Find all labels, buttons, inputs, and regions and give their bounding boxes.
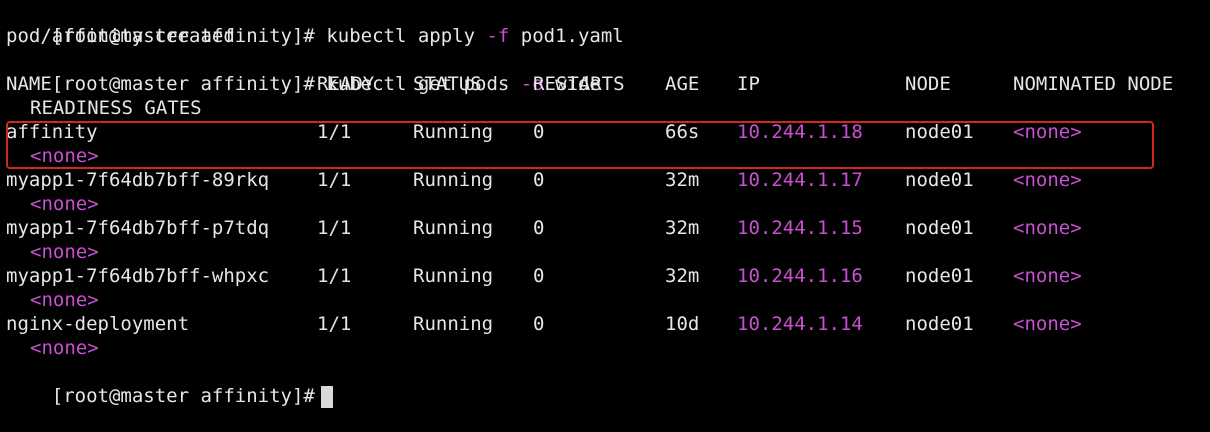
pod-age: 32m	[665, 217, 700, 239]
command-output: pod/affinity created	[6, 25, 235, 47]
pod-readiness-gates: <none>	[30, 241, 99, 263]
pod-age: 32m	[665, 265, 700, 287]
pod-ready: 1/1	[317, 217, 352, 239]
header-nominated-node: NOMINATED NODE	[1013, 73, 1174, 95]
pod-nominated: <none>	[1013, 313, 1082, 335]
pod-name: nginx-deployment	[6, 313, 190, 335]
final-prompt-line[interactable]: [root@master affinity]#	[6, 360, 1206, 408]
text-cursor	[320, 385, 333, 408]
highlight-box	[6, 121, 1154, 169]
table-row: nginx-deployment 1/1 Running 0 10d 10.244.1.1…	[6, 312, 1206, 336]
pod-restarts: 0	[533, 265, 545, 287]
pod-nominated: <none>	[1013, 217, 1082, 239]
table-row-wrap: <none>	[6, 288, 1206, 312]
pod-age: 32m	[665, 169, 700, 191]
pod-status: Running	[413, 217, 494, 239]
pod-node: node01	[905, 265, 974, 287]
pod-name: myapp1-7f64db7bff-whpxc	[6, 265, 270, 287]
table-row-wrap: <none>	[6, 336, 1206, 360]
pod-ready: 1/1	[317, 169, 352, 191]
table-row-wrap: <none>	[6, 192, 1206, 216]
pod-readiness-gates: <none>	[30, 337, 99, 359]
header-restarts: RESTARTS	[533, 73, 625, 95]
table-row-wrap: <none>	[6, 240, 1206, 264]
pod-ready: 1/1	[317, 313, 352, 335]
header-name: NAME	[6, 73, 52, 95]
header-node: NODE	[905, 73, 951, 95]
pod-status: Running	[413, 169, 494, 191]
header-age: AGE	[665, 73, 700, 95]
pod-status: Running	[413, 265, 494, 287]
pod-ready: 1/1	[317, 265, 352, 287]
prompt: [root@master affinity]#	[51, 385, 315, 407]
command-line-2: [root@master affinity]# kubectl get pods…	[6, 48, 1206, 95]
pod-ip: 10.244.1.15	[737, 217, 863, 239]
pod-name: myapp1-7f64db7bff-89rkq	[6, 169, 270, 191]
pod-nominated: <none>	[1013, 169, 1082, 191]
pod-ip: 10.244.1.17	[737, 169, 863, 191]
pod-readiness-gates: <none>	[30, 289, 99, 311]
pod-node: node01	[905, 169, 974, 191]
pod-readiness-gates: <none>	[30, 193, 99, 215]
pod-restarts: 0	[533, 169, 545, 191]
header-ip: IP	[737, 73, 760, 95]
table-row: myapp1-7f64db7bff-whpxc 1/1 Running 0 32m 10.…	[6, 264, 1206, 288]
table-row: myapp1-7f64db7bff-p7tdq 1/1 Running 0 32m 10.…	[6, 216, 1206, 240]
table-header-wrap: READINESS GATES	[6, 96, 1206, 120]
pod-status: Running	[413, 313, 494, 335]
pod-ip: 10.244.1.16	[737, 265, 863, 287]
pod-node: node01	[905, 217, 974, 239]
header-readiness-gates: READINESS GATES	[30, 97, 202, 119]
pod-node: node01	[905, 313, 974, 335]
terminal-window[interactable]: [root@master affinity]# kubectl apply -f…	[6, 0, 1206, 408]
pod-ip: 10.244.1.14	[737, 313, 863, 335]
pod-restarts: 0	[533, 217, 545, 239]
table-header: NAME READY STATUS RESTARTS AGE IP NODE N…	[6, 72, 1206, 96]
pod-age: 10d	[665, 313, 700, 335]
pod-restarts: 0	[533, 313, 545, 335]
table-row: myapp1-7f64db7bff-89rkq 1/1 Running 0 32m 10.…	[6, 168, 1206, 192]
command-line-1: [root@master affinity]# kubectl apply -f…	[6, 0, 1206, 47]
header-ready: READY	[317, 73, 375, 95]
pod-name: myapp1-7f64db7bff-p7tdq	[6, 217, 270, 239]
pod-nominated: <none>	[1013, 265, 1082, 287]
header-status: STATUS	[413, 73, 482, 95]
